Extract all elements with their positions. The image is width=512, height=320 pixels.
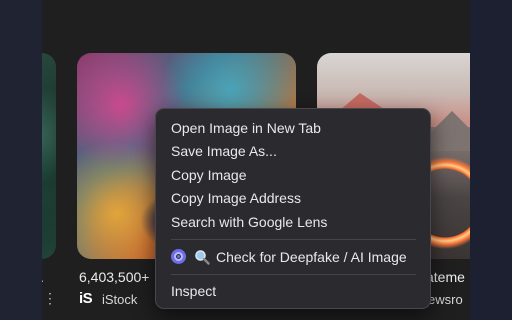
menu-separator (171, 238, 416, 240)
menu-item-inspect[interactable]: Inspect (156, 280, 430, 304)
magnifying-glass-icon (194, 249, 210, 265)
window-edge-right (470, 0, 512, 320)
extension-radio-icon (171, 249, 186, 264)
window-edge-left (0, 0, 42, 320)
result-source[interactable]: iStock (102, 292, 137, 307)
menu-item-search-google-lens[interactable]: Search with Google Lens (156, 210, 430, 234)
menu-item-save-image-as[interactable]: Save Image As... (156, 140, 430, 164)
context-menu: Open Image in New Tab Save Image As... C… (155, 108, 431, 309)
result-caption[interactable]: ateme (426, 269, 465, 285)
menu-item-copy-image[interactable]: Copy Image (156, 163, 430, 187)
more-options-icon[interactable]: ⋮ (43, 290, 57, 307)
menu-item-label: Check for Deepfake / AI Image (216, 248, 407, 265)
menu-separator (171, 273, 416, 275)
result-caption-fragment: . (42, 269, 44, 285)
result-caption[interactable]: 6,403,500+ (79, 269, 149, 285)
image-thumbnail-partial-left[interactable] (42, 53, 56, 259)
result-source[interactable]: ewsro (428, 292, 463, 307)
menu-item-open-image-new-tab[interactable]: Open Image in New Tab (156, 116, 430, 140)
istock-logo-icon: iS (79, 290, 93, 307)
menu-item-check-deepfake[interactable]: Check for Deepfake / AI Image (156, 245, 430, 269)
menu-item-copy-image-address[interactable]: Copy Image Address (156, 187, 430, 211)
